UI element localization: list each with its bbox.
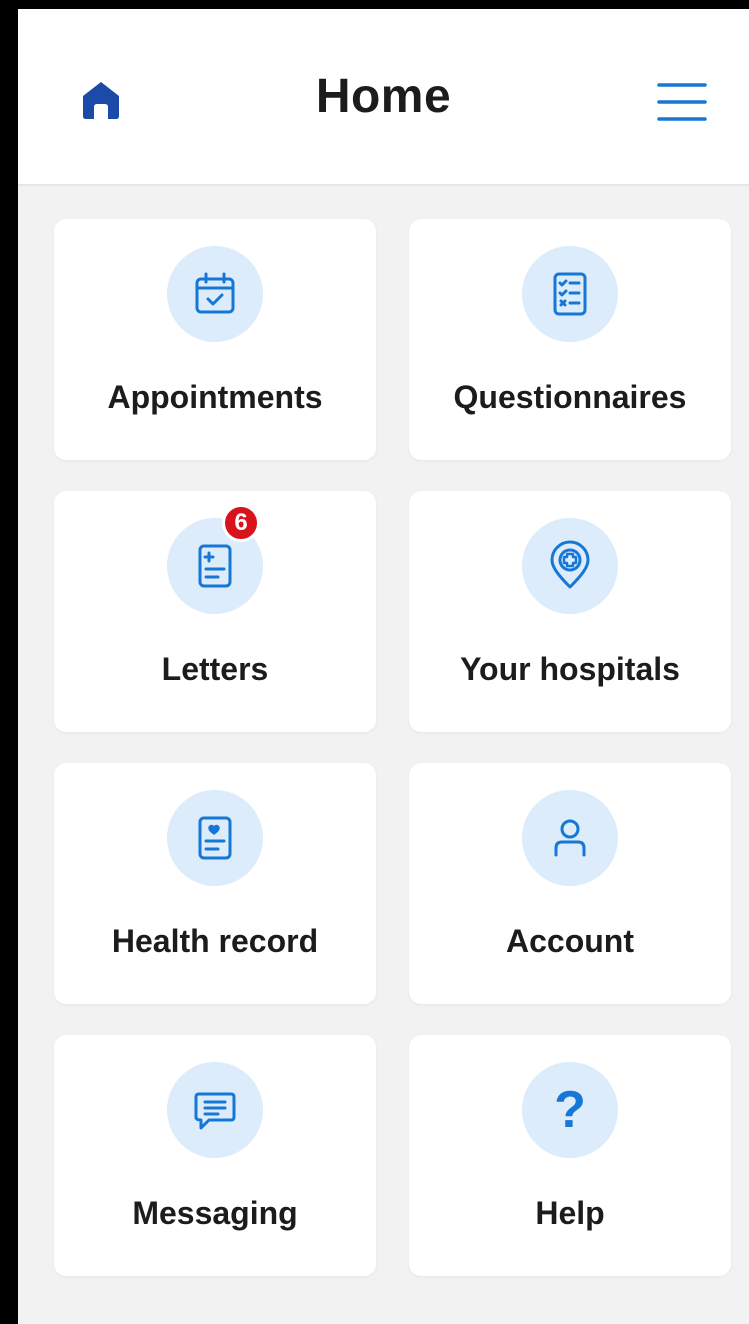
app-screen: Home Appointments Questionnaires 6 Lette…: [18, 9, 749, 1324]
question-mark-glyph: ?: [554, 1081, 586, 1139]
home-grid: Appointments Questionnaires 6 Letters Yo…: [54, 219, 731, 1276]
tile-label: Account: [506, 923, 634, 959]
tile-label: Letters: [161, 651, 269, 687]
letter-icon: 6: [167, 504, 263, 614]
checklist-icon: [522, 246, 618, 342]
tile-help[interactable]: ? Help: [409, 1035, 731, 1276]
help-icon: ?: [522, 1062, 618, 1158]
tile-label: Questionnaires: [453, 379, 687, 415]
tile-appointments[interactable]: Appointments: [54, 219, 376, 460]
notification-badge: 6: [222, 504, 260, 542]
tile-your-hospitals[interactable]: Your hospitals: [409, 491, 731, 732]
tile-label: Messaging: [132, 1195, 298, 1231]
tile-label: Help: [535, 1195, 605, 1231]
health-record-icon: [167, 790, 263, 886]
message-icon: [167, 1062, 263, 1158]
tile-questionnaires[interactable]: Questionnaires: [409, 219, 731, 460]
tile-label: Health record: [111, 923, 319, 959]
tile-account[interactable]: Account: [409, 763, 731, 1004]
menu-icon[interactable]: [657, 81, 707, 123]
tile-letters[interactable]: 6 Letters: [54, 491, 376, 732]
tile-health-record[interactable]: Health record: [54, 763, 376, 1004]
tile-label: Appointments: [107, 379, 323, 415]
person-icon: [522, 790, 618, 886]
header-bar: Home: [18, 9, 749, 186]
calendar-icon: [167, 246, 263, 342]
page-title: Home: [315, 70, 452, 123]
tile-messaging[interactable]: Messaging: [54, 1035, 376, 1276]
tile-label: Your hospitals: [460, 651, 680, 687]
hospital-pin-icon: [522, 518, 618, 614]
